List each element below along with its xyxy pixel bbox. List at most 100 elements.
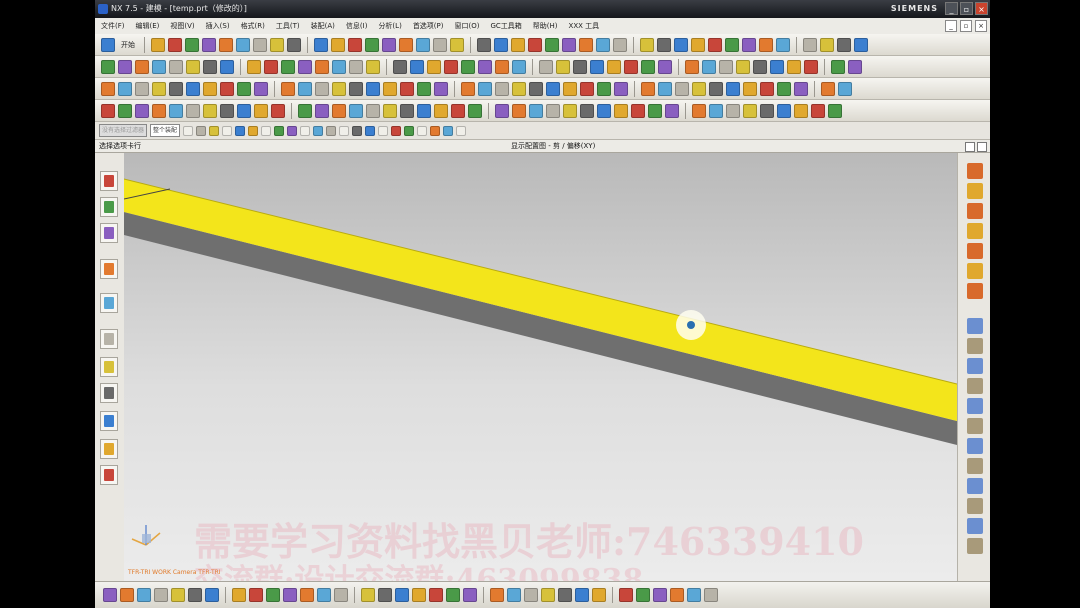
toolbar-tool-icon[interactable] (511, 37, 525, 52)
start-button[interactable]: 开始 (118, 40, 138, 50)
toolbar-tool-icon[interactable] (524, 588, 538, 602)
toolbar-tool-icon[interactable] (410, 59, 424, 74)
toolbar-tool-icon[interactable] (709, 103, 723, 118)
toolbar-tool-icon[interactable] (831, 59, 845, 74)
toolbar-tool-icon[interactable] (760, 103, 774, 118)
toolbar-tool-icon[interactable] (692, 81, 706, 96)
toolbar-tool-icon[interactable] (614, 81, 628, 96)
toolbar-tool-icon[interactable] (658, 81, 672, 96)
view-tool-icon[interactable] (967, 283, 983, 299)
toolbar-tool-icon[interactable] (186, 103, 200, 118)
toolbar-tool-icon[interactable] (203, 103, 217, 118)
snap-point-icon[interactable] (391, 125, 402, 136)
graphics-window[interactable]: TFR-TRI WORK Camera TFR-TRI 需要学习资料找黑贝老师:… (124, 153, 957, 581)
toolbar-tool-icon[interactable] (361, 588, 375, 602)
menu-edit[interactable]: 编辑(E) (136, 18, 160, 34)
menu-insert[interactable]: 插入(S) (206, 18, 230, 34)
toolbar-tool-icon[interactable] (315, 103, 329, 118)
cue-minimize-button[interactable] (965, 142, 975, 152)
view-tool-icon[interactable] (967, 358, 983, 374)
toolbar-tool-icon[interactable] (254, 103, 268, 118)
toolbar-tool-icon[interactable] (820, 37, 834, 52)
resource-tab[interactable] (100, 259, 118, 279)
toolbar-tool-icon[interactable] (118, 59, 132, 74)
toolbar-tool-icon[interactable] (670, 588, 684, 602)
toolbar-tool-icon[interactable] (332, 59, 346, 74)
toolbar-tool-icon[interactable] (640, 37, 654, 52)
view-tool-icon[interactable] (967, 243, 983, 259)
menu-gc-toolkit[interactable]: GC工具箱 (490, 18, 521, 34)
toolbar-tool-icon[interactable] (219, 37, 233, 52)
toolbar-tool-icon[interactable] (186, 59, 200, 74)
toolbar-tool-icon[interactable] (579, 37, 593, 52)
toolbar-tool-icon[interactable] (232, 588, 246, 602)
view-tool-icon[interactable] (967, 538, 983, 554)
view-tool-icon[interactable] (967, 203, 983, 219)
toolbar-tool-icon[interactable] (188, 588, 202, 602)
menu-preferences[interactable]: 首选项(P) (413, 18, 444, 34)
menu-extra-tools[interactable]: XXX 工具 (569, 18, 600, 34)
menu-help[interactable]: 帮助(H) (533, 18, 558, 34)
toolbar-tool-icon[interactable] (702, 59, 716, 74)
toolbar-tool-icon[interactable] (704, 588, 718, 602)
menu-view[interactable]: 视图(V) (170, 18, 194, 34)
toolbar-tool-icon[interactable] (770, 59, 784, 74)
menu-format[interactable]: 格式(R) (241, 18, 265, 34)
toolbar-tool-icon[interactable] (691, 37, 705, 52)
toolbar-tool-icon[interactable] (315, 59, 329, 74)
snap-point-icon[interactable] (209, 125, 220, 136)
toolbar-tool-icon[interactable] (366, 81, 380, 96)
restore-button[interactable]: ▫ (960, 2, 973, 15)
toolbar-tool-icon[interactable] (803, 37, 817, 52)
toolbar-tool-icon[interactable] (592, 588, 606, 602)
toolbar-tool-icon[interactable] (657, 37, 671, 52)
toolbar-tool-icon[interactable] (315, 81, 329, 96)
toolbar-tool-icon[interactable] (202, 37, 216, 52)
toolbar-tool-icon[interactable] (332, 103, 346, 118)
toolbar-tool-icon[interactable] (169, 103, 183, 118)
toolbar-tool-icon[interactable] (118, 81, 132, 96)
toolbar-tool-icon[interactable] (152, 59, 166, 74)
toolbar-tool-icon[interactable] (563, 103, 577, 118)
toolbar-tool-icon[interactable] (349, 103, 363, 118)
toolbar-tool-icon[interactable] (556, 59, 570, 74)
resource-tab[interactable] (100, 293, 118, 313)
toolbar-tool-icon[interactable] (317, 588, 331, 602)
toolbar-tool-icon[interactable] (254, 81, 268, 96)
toolbar-tool-icon[interactable] (529, 103, 543, 118)
toolbar-tool-icon[interactable] (490, 588, 504, 602)
toolbar-tool-icon[interactable] (400, 81, 414, 96)
toolbar-tool-icon[interactable] (753, 59, 767, 74)
toolbar-tool-icon[interactable] (137, 588, 151, 602)
toolbar-tool-icon[interactable] (334, 588, 348, 602)
toolbar-tool-icon[interactable] (837, 37, 851, 52)
selection-scope-dropdown[interactable]: 整个装配 (150, 124, 181, 137)
toolbar-tool-icon[interactable] (619, 588, 633, 602)
toolbar-tool-icon[interactable] (444, 59, 458, 74)
toolbar-tool-icon[interactable] (838, 81, 852, 96)
resource-tab[interactable] (100, 383, 118, 403)
view-tool-icon[interactable] (967, 318, 983, 334)
snap-point-icon[interactable] (196, 125, 207, 136)
view-tool-icon[interactable] (967, 398, 983, 414)
toolbar-tool-icon[interactable] (220, 59, 234, 74)
view-tool-icon[interactable] (967, 163, 983, 179)
view-tool-icon[interactable] (967, 223, 983, 239)
toolbar-tool-icon[interactable] (821, 81, 835, 96)
toolbar-tool-icon[interactable] (794, 81, 808, 96)
toolbar-tool-icon[interactable] (101, 103, 115, 118)
toolbar-tool-icon[interactable] (736, 59, 750, 74)
toolbar-tool-icon[interactable] (512, 59, 526, 74)
type-filter-dropdown[interactable]: 没有选择过滤器 (99, 124, 148, 137)
toolbar-tool-icon[interactable] (348, 37, 362, 52)
toolbar-tool-icon[interactable] (203, 81, 217, 96)
toolbar-tool-icon[interactable] (512, 81, 526, 96)
menu-assemblies[interactable]: 装配(A) (311, 18, 335, 34)
toolbar-tool-icon[interactable] (828, 103, 842, 118)
toolbar-tool-icon[interactable] (185, 37, 199, 52)
snap-point-icon[interactable] (274, 125, 285, 136)
toolbar-tool-icon[interactable] (546, 81, 560, 96)
view-tool-icon[interactable] (967, 518, 983, 534)
toolbar-tool-icon[interactable] (648, 103, 662, 118)
toolbar-tool-icon[interactable] (529, 81, 543, 96)
